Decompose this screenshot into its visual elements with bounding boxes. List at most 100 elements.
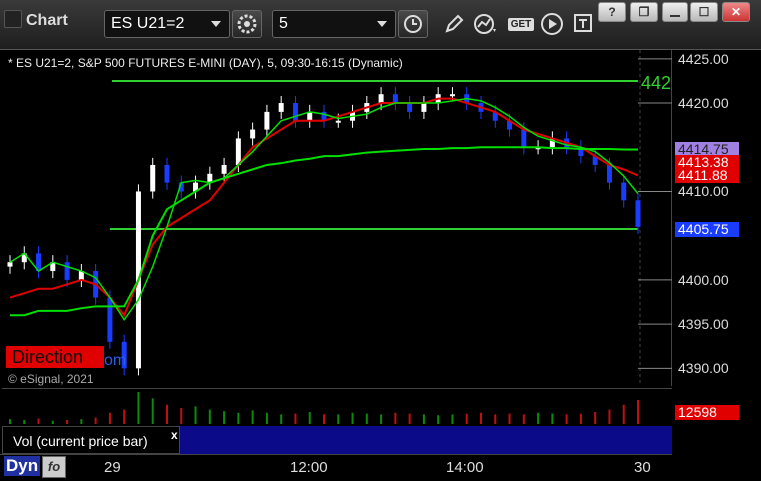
x-tick: 12:00 xyxy=(290,459,328,476)
volume-bar xyxy=(66,420,69,424)
volume-study-label[interactable]: Vol (current price bar) xyxy=(2,426,180,454)
candle-body xyxy=(606,164,612,183)
dynamic-mode-label[interactable]: Dyn xyxy=(4,456,41,476)
maximize-icon: ☐ xyxy=(698,5,710,19)
volume-bar xyxy=(508,413,511,424)
volume-bar xyxy=(51,420,54,424)
interval-combo[interactable]: 5 xyxy=(272,10,396,38)
volume-bar xyxy=(480,412,482,424)
draw-tool-button[interactable] xyxy=(440,10,468,38)
symbol-combo[interactable]: ES U21=2 xyxy=(104,10,230,38)
volume-bar xyxy=(465,413,468,424)
candle-body xyxy=(378,94,384,104)
volume-bar xyxy=(180,408,183,424)
y-tick: 4400.00 xyxy=(678,271,729,288)
volume-bar xyxy=(280,414,283,424)
candle-body xyxy=(421,103,427,112)
volume-value-tag: 12598 xyxy=(675,405,739,420)
help-icon: ? xyxy=(608,5,616,19)
candle-body xyxy=(235,138,241,165)
close-study-icon[interactable]: x xyxy=(171,428,178,442)
restore-button[interactable]: ❐ xyxy=(630,2,658,22)
y-tick: 4410.00 xyxy=(678,183,729,200)
volume-bar xyxy=(294,413,297,424)
volume-bar xyxy=(237,412,240,424)
restore-icon: ❐ xyxy=(638,5,650,19)
y-tick: 4390.00 xyxy=(678,360,729,377)
volume-bar xyxy=(80,419,83,424)
pencil-icon xyxy=(445,14,464,33)
volume-bar xyxy=(337,414,340,424)
interval-value: 5 xyxy=(279,15,288,32)
volume-bar xyxy=(522,414,525,424)
moving-average-slow xyxy=(9,97,639,318)
minimize-button[interactable] xyxy=(662,2,688,22)
volume-bar xyxy=(265,412,268,424)
y-tick: 4395.00 xyxy=(678,316,729,333)
volume-bar xyxy=(365,413,368,424)
chevron-down-icon[interactable] xyxy=(377,21,387,27)
volume-chart[interactable] xyxy=(2,388,672,424)
volume-bar xyxy=(308,412,311,424)
candle-body xyxy=(449,94,455,97)
volume-bar xyxy=(151,398,154,424)
volume-bar xyxy=(351,412,354,424)
volume-bar xyxy=(494,414,497,424)
candle-body xyxy=(407,103,413,112)
volume-bar xyxy=(323,414,325,424)
close-icon: ✕ xyxy=(730,5,742,19)
x-tick: 14:00 xyxy=(446,459,484,476)
text-tool-button[interactable] xyxy=(570,10,598,38)
volume-bar xyxy=(137,392,140,424)
text-box-icon xyxy=(574,14,592,32)
watermark-badge: Direction xyxy=(6,346,104,368)
price-tag: 4411.88 xyxy=(675,167,739,183)
formula-icon[interactable]: fo xyxy=(42,456,66,478)
volume-bar xyxy=(37,418,40,424)
window-title: Chart xyxy=(4,10,68,30)
maximize-button[interactable]: ☐ xyxy=(690,2,718,22)
get-icon: GET xyxy=(507,17,535,31)
get-data-button[interactable]: GET xyxy=(506,10,536,38)
volume-bar xyxy=(394,412,397,424)
play-button[interactable] xyxy=(538,10,566,38)
symbol-settings-button[interactable] xyxy=(232,10,262,38)
candle-body xyxy=(521,129,527,148)
volume-bar xyxy=(380,414,383,424)
minimize-icon xyxy=(670,15,680,17)
volume-bar xyxy=(565,414,568,424)
gear-icon xyxy=(237,14,257,34)
time-axis[interactable] xyxy=(0,454,672,481)
clock-icon xyxy=(404,15,422,33)
volume-bar xyxy=(251,410,254,424)
volume-bar xyxy=(622,404,625,424)
volume-bar xyxy=(451,414,454,424)
window-title-label: Chart xyxy=(26,12,68,29)
level-label: 442 xyxy=(641,73,672,93)
chevron-down-icon[interactable] xyxy=(211,21,221,27)
volume-bar xyxy=(108,412,111,424)
watermark-tail: om xyxy=(104,352,127,369)
chart-app-icon xyxy=(4,10,22,28)
studies-button[interactable] xyxy=(472,10,500,38)
volume-bar xyxy=(123,409,126,424)
volume-bar xyxy=(194,406,197,424)
volume-bar xyxy=(408,413,411,424)
close-button[interactable]: ✕ xyxy=(722,2,750,22)
volume-bar xyxy=(551,413,554,424)
candle-body xyxy=(392,94,398,104)
volume-bar xyxy=(166,404,168,424)
candle-body xyxy=(250,129,256,139)
candle-body xyxy=(292,103,298,121)
help-button[interactable]: ? xyxy=(598,2,626,22)
interval-settings-button[interactable] xyxy=(398,10,428,38)
candle-body xyxy=(635,200,641,227)
volume-axis xyxy=(672,386,761,481)
price-chart[interactable] xyxy=(2,50,672,386)
moving-average-fast-2 xyxy=(9,97,639,322)
volume-bar xyxy=(23,420,26,424)
candle-body xyxy=(335,120,341,123)
y-tick: 4425.00 xyxy=(678,50,729,67)
candle-body xyxy=(164,164,170,183)
volume-bar xyxy=(594,412,597,424)
